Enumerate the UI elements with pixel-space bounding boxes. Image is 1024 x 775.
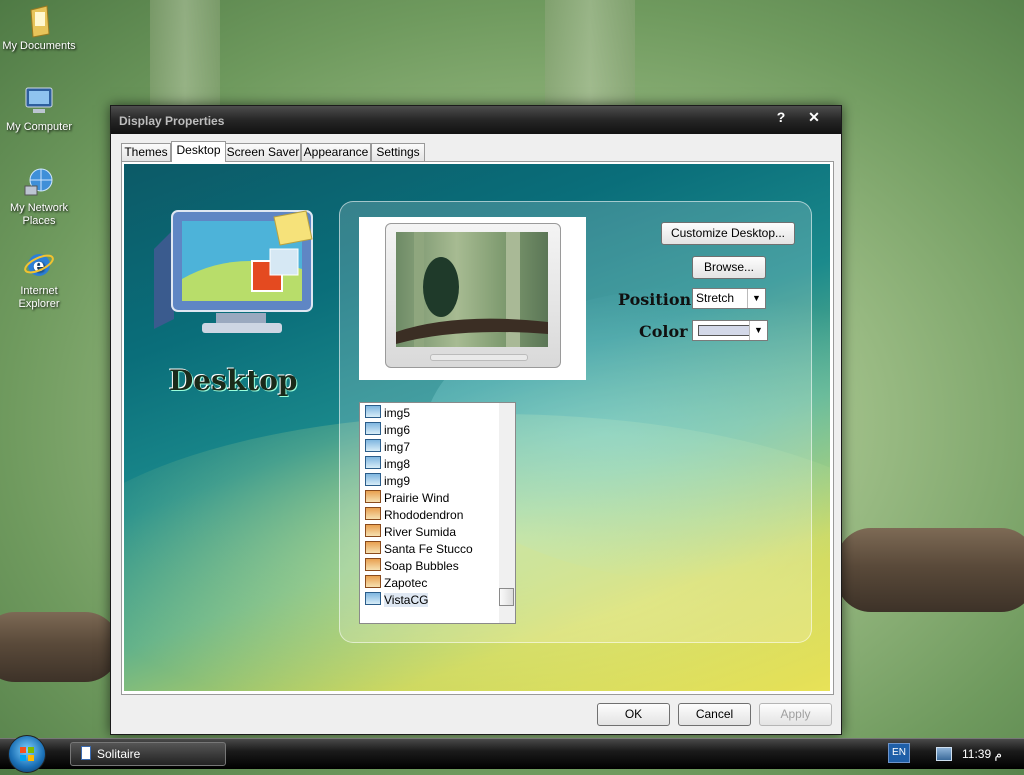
desktop-monitor-icon <box>144 209 334 359</box>
computer-icon <box>23 85 55 117</box>
start-button[interactable] <box>8 735 46 773</box>
help-button[interactable]: ? <box>769 108 793 126</box>
list-item[interactable]: img5 <box>365 405 410 421</box>
picture-icon <box>365 456 381 469</box>
wallpaper-icon <box>365 541 381 554</box>
list-item-label: img8 <box>384 457 411 471</box>
network-icon <box>23 166 55 198</box>
ok-button[interactable]: OK <box>597 703 670 726</box>
background-branch <box>836 528 1024 612</box>
tab-screen-saver[interactable]: Screen Saver <box>225 143 301 161</box>
list-item-label: VistaCG <box>384 593 429 607</box>
preview-monitor-frame <box>385 223 561 368</box>
list-scrollbar[interactable] <box>499 403 515 623</box>
color-swatch <box>698 325 750 336</box>
list-item-label: Prairie Wind <box>384 491 450 505</box>
list-item[interactable]: Soap Bubbles <box>365 558 459 574</box>
list-item-label: Rhododendron <box>384 508 464 522</box>
close-button[interactable]: ✕ <box>802 108 826 126</box>
background-tree-trunk <box>545 0 635 105</box>
list-item[interactable]: img9 <box>365 473 410 489</box>
list-item[interactable]: Santa Fe Stucco <box>365 541 473 557</box>
position-value: Stretch <box>696 291 735 305</box>
list-item-label: img7 <box>384 440 411 454</box>
solitaire-icon <box>81 746 91 760</box>
position-dropdown[interactable]: Stretch ▼ <box>692 288 766 309</box>
picture-icon <box>365 473 381 486</box>
windows-logo-icon <box>20 747 34 761</box>
background-branch <box>0 612 120 682</box>
desktop-icon-my-computer[interactable]: My Computer <box>0 85 78 134</box>
tab-themes[interactable]: Themes <box>121 143 171 161</box>
wallpaper-icon <box>365 575 381 588</box>
preview-image <box>396 232 548 347</box>
color-label: Color : <box>639 322 700 341</box>
wallpaper-icon <box>365 490 381 503</box>
desktop-icon-my-network-places[interactable]: My Network Places <box>0 166 78 228</box>
display-properties-window: Display Properties ? ✕ Themes Desktop Sc… <box>110 105 842 735</box>
section-heading: Desktop <box>169 364 298 397</box>
background-list[interactable]: img5 img6 img7 img8 img9 Prairie Wind Rhododen… <box>359 402 516 624</box>
panel-background: Desktop Customize Desktop... Browse... P… <box>124 164 830 691</box>
list-item[interactable]: VistaCG <box>365 592 429 608</box>
ie-icon: e <box>23 249 55 281</box>
list-item-label: River Sumida <box>384 525 457 539</box>
desktop-tab-panel: Desktop Customize Desktop... Browse... P… <box>121 161 834 695</box>
list-item[interactable]: Zapotec <box>365 575 427 591</box>
picture-icon <box>365 422 381 435</box>
wallpaper-preview <box>359 217 586 380</box>
list-item[interactable]: img6 <box>365 422 410 438</box>
browse-button[interactable]: Browse... <box>692 256 766 279</box>
folder-icon <box>23 4 55 38</box>
list-item-label: img6 <box>384 423 411 437</box>
list-item[interactable]: Prairie Wind <box>365 490 449 506</box>
tab-appearance[interactable]: Appearance <box>301 143 371 161</box>
customize-desktop-button[interactable]: Customize Desktop... <box>661 222 795 245</box>
list-item-label: Zapotec <box>384 576 428 590</box>
list-item-label: Soap Bubbles <box>384 559 459 573</box>
wallpaper-icon <box>365 558 381 571</box>
list-item-label: Santa Fe Stucco <box>384 542 473 556</box>
list-item[interactable]: River Sumida <box>365 524 456 540</box>
picture-icon <box>365 439 381 452</box>
tab-settings[interactable]: Settings <box>371 143 425 161</box>
apply-button[interactable]: Apply <box>759 703 832 726</box>
tab-desktop[interactable]: Desktop <box>171 141 226 162</box>
color-picker-button[interactable]: ▼ <box>692 320 768 341</box>
title-bar[interactable]: Display Properties ? ✕ <box>111 106 841 134</box>
language-indicator[interactable]: EN <box>888 743 910 763</box>
wallpaper-icon <box>365 524 381 537</box>
picture-icon <box>365 405 381 418</box>
window-title: Display Properties <box>119 114 225 128</box>
position-label: Position : <box>618 290 703 309</box>
clock[interactable]: 11:39 م <box>962 744 1002 764</box>
taskbar-item-label: Solitaire <box>97 747 141 761</box>
list-item[interactable]: Rhododendron <box>365 507 463 523</box>
taskbar-item-solitaire[interactable]: Solitaire <box>70 742 226 766</box>
taskbar: Solitaire EN 11:39 م <box>0 735 1024 773</box>
list-item[interactable]: img7 <box>365 439 410 455</box>
chevron-down-icon: ▼ <box>747 289 765 308</box>
list-item[interactable]: img8 <box>365 456 410 472</box>
cancel-button[interactable]: Cancel <box>678 703 751 726</box>
network-status-icon[interactable] <box>936 747 952 761</box>
desktop-icon-internet-explorer[interactable]: e Internet Explorer <box>0 249 78 311</box>
scroll-thumb[interactable] <box>499 588 514 606</box>
background-tree-trunk <box>150 0 220 110</box>
list-item-label: img5 <box>384 406 411 420</box>
list-item-label: img9 <box>384 474 411 488</box>
desktop-icon-my-documents[interactable]: My Documents <box>0 4 78 53</box>
chevron-down-icon: ▼ <box>749 321 767 340</box>
picture-icon <box>365 592 381 605</box>
wallpaper-icon <box>365 507 381 520</box>
